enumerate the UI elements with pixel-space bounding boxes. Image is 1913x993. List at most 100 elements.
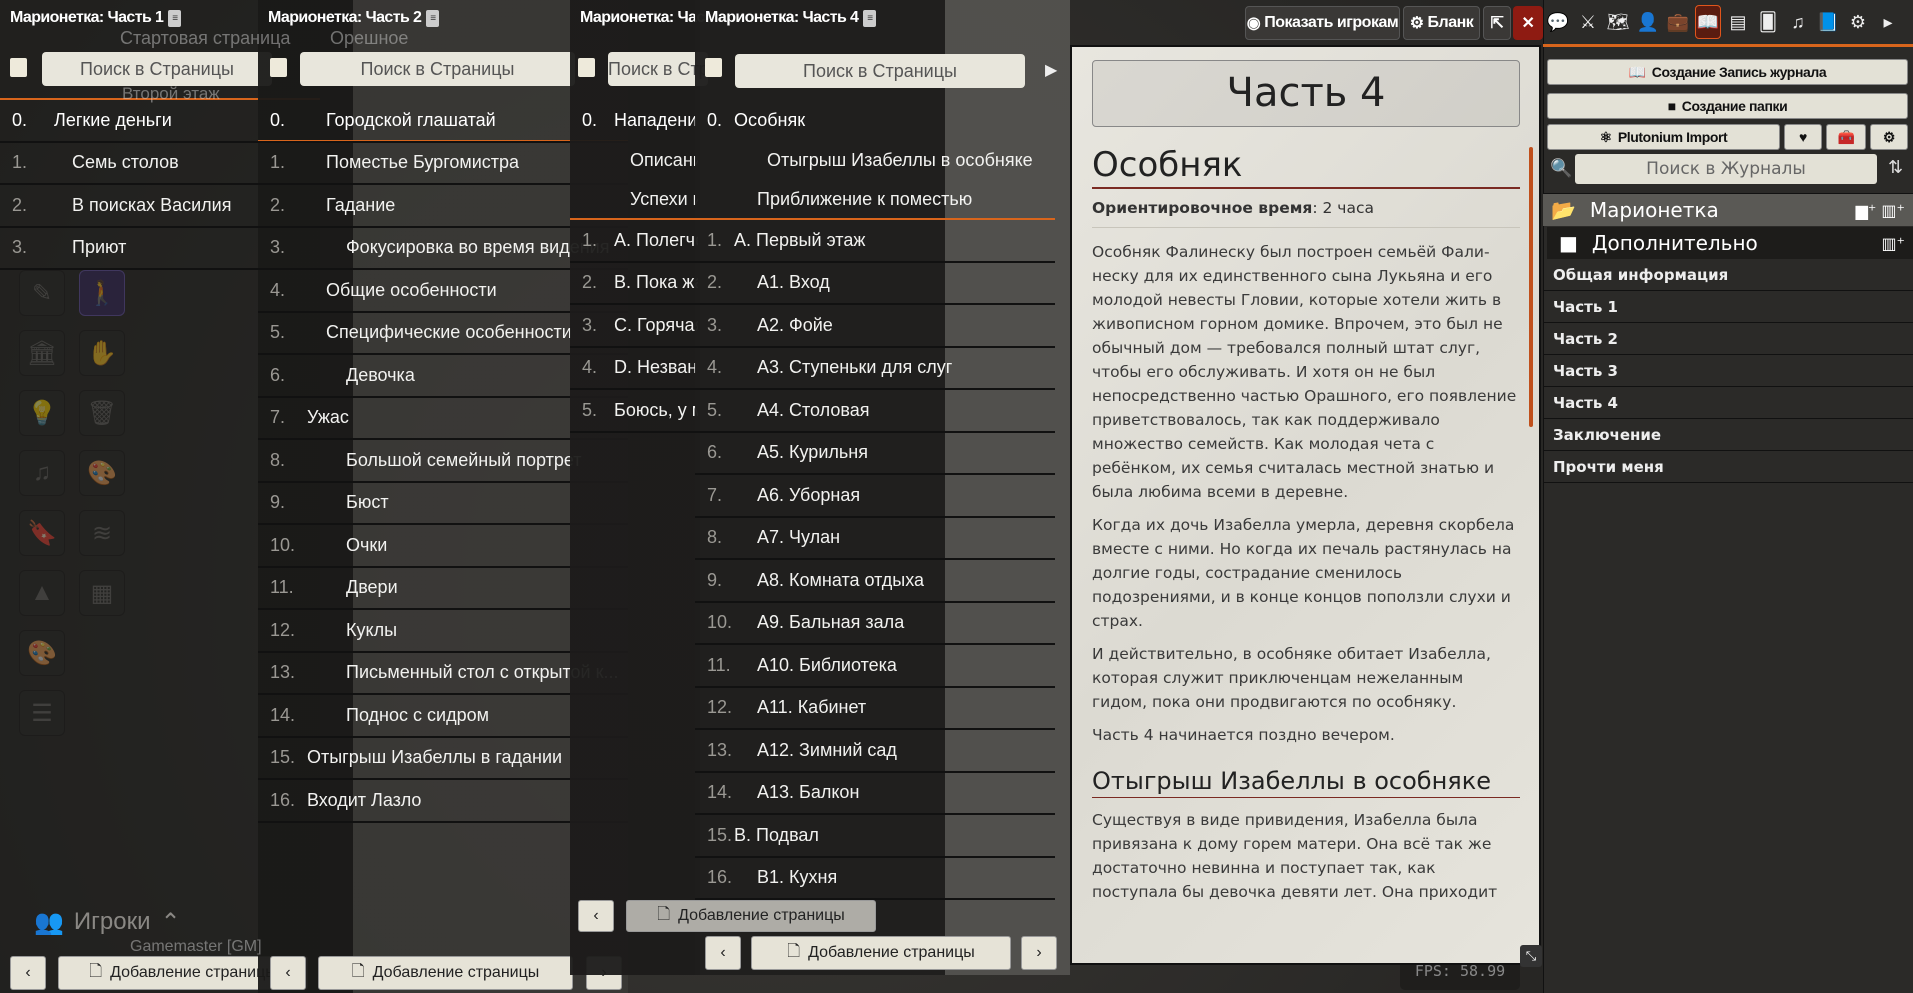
scene-tab-second-floor[interactable]: Второй этаж bbox=[122, 84, 220, 104]
players-panel[interactable]: 👥 Игроки ⌃ bbox=[18, 902, 258, 942]
sheet-button[interactable]: ⚙ Бланк bbox=[1403, 6, 1480, 40]
items-icon[interactable]: 💼 bbox=[1665, 5, 1691, 39]
pages-search-input[interactable]: Поиск в Страницы bbox=[608, 52, 708, 86]
close-button[interactable]: ✕ bbox=[1513, 6, 1543, 40]
journal-search-input[interactable]: Поиск в Журналы bbox=[1575, 154, 1877, 184]
pages-search-input[interactable]: Поиск в Страницы bbox=[735, 54, 1025, 88]
chevron-up-icon: ⌃ bbox=[160, 908, 181, 936]
journal-entry[interactable]: Часть 2 bbox=[1543, 323, 1913, 355]
sheet-icon[interactable]: ≡ bbox=[426, 9, 440, 27]
create-entry-icon[interactable]: ▥⁺ bbox=[1881, 234, 1905, 253]
journal-entry[interactable]: Прочти меня bbox=[1543, 451, 1913, 483]
journal-icon[interactable]: 📖 bbox=[1695, 5, 1721, 39]
window-title[interactable]: Марионетка: Часть 3 bbox=[580, 9, 705, 27]
compendium-icon[interactable]: 📘 bbox=[1815, 5, 1841, 39]
page-list-item[interactable]: 11. А10. Библиотека bbox=[695, 645, 1055, 688]
page-list-item[interactable]: 1. А. Полегче bbox=[570, 220, 698, 263]
page-list-item[interactable]: 5. Боюсь, у меня ещё много плохих ... bbox=[570, 390, 698, 433]
sheet-icon[interactable]: ≡ bbox=[863, 9, 877, 27]
page-title-input[interactable]: Часть 4 bbox=[1092, 60, 1520, 127]
page-list-item[interactable]: 4. D. Незваный гость bbox=[570, 348, 698, 390]
journal-entry[interactable]: Заключение bbox=[1543, 419, 1913, 451]
page-list-item[interactable]: Описания bbox=[570, 140, 698, 180]
scrollbar[interactable] bbox=[1529, 147, 1533, 427]
scene-tab-start[interactable]: Стартовая страница bbox=[120, 28, 290, 49]
window-title[interactable]: Марионетка: Часть 1 ≡ bbox=[10, 9, 182, 27]
pages-search-input[interactable]: Поиск в Страницы bbox=[42, 52, 272, 86]
journal-entry[interactable]: Часть 4 bbox=[1543, 387, 1913, 419]
create-subfolder-icon[interactable]: ▆⁺ ▥⁺ bbox=[1856, 201, 1905, 220]
prev-page-button[interactable]: ‹ bbox=[578, 900, 614, 932]
page-list-item[interactable]: 1. А. Первый этаж bbox=[695, 220, 1055, 263]
journal-entry[interactable]: Часть 1 bbox=[1543, 291, 1913, 323]
window-title[interactable]: Марионетка: Часть 4 ≡ bbox=[705, 9, 877, 27]
part3-add-page-button[interactable]: 🗋 Добавление страницы bbox=[626, 900, 876, 932]
show-players-button[interactable]: ◉ Показать игрокам bbox=[1245, 6, 1400, 40]
folder-dopolnitelno[interactable]: ■ Дополнительно ▥⁺ bbox=[1547, 227, 1913, 259]
plutonium-import-button[interactable]: ⚛ Plutonium Import bbox=[1547, 124, 1780, 150]
journal-entry[interactable]: Часть 3 bbox=[1543, 355, 1913, 387]
page-list-item[interactable]: 14. А13. Балкон bbox=[695, 773, 1055, 815]
page-list-item[interactable]: 0. Особняк bbox=[695, 100, 1055, 140]
cards-icon[interactable]: 🂠 bbox=[1755, 5, 1781, 39]
prev-page-button[interactable]: ‹ bbox=[10, 956, 46, 990]
file-plus-icon: 🗋 bbox=[787, 942, 801, 960]
create-folder-button[interactable]: ■ Создание папки bbox=[1547, 93, 1908, 119]
tables-icon[interactable]: ▤ bbox=[1725, 5, 1751, 39]
create-entry-button[interactable]: 📖 Создание Запись журнала bbox=[1547, 59, 1908, 85]
page-list-item[interactable]: 4. А3. Ступеньки для слуг bbox=[695, 348, 1055, 390]
toolbox-icon: 🧰 bbox=[1837, 128, 1855, 145]
page-name: Поднос с сидром bbox=[346, 704, 489, 725]
page-list-item[interactable]: 2. В. Пока жареный петух не клюнет... bbox=[570, 263, 698, 305]
page-list-item[interactable]: 6. А5. Курильня bbox=[695, 433, 1055, 475]
page-list-item[interactable]: 12. А11. Кабинет bbox=[695, 688, 1055, 730]
page-list-item[interactable]: 15. B. Подвал bbox=[695, 815, 1055, 858]
page-list-item[interactable]: 16. B1. Кухня bbox=[695, 858, 1055, 900]
page-list-item[interactable]: Приближение к поместью bbox=[695, 180, 1055, 220]
page-list-item[interactable]: 9. А8. Комната отдыха bbox=[695, 560, 1055, 603]
note-icon[interactable] bbox=[270, 58, 287, 77]
note-icon[interactable] bbox=[705, 58, 722, 77]
page-list-item[interactable]: 3. А2. Фойе bbox=[695, 305, 1055, 348]
settings-button[interactable]: ⚙ bbox=[1870, 124, 1908, 150]
heart-button[interactable]: ♥ bbox=[1784, 124, 1822, 150]
add-page-button[interactable]: 🗋 Добавление страницы bbox=[318, 956, 573, 990]
note-icon[interactable] bbox=[578, 58, 595, 77]
toolbox-button[interactable]: 🧰 bbox=[1826, 124, 1866, 150]
sort-icon[interactable]: ⇅ bbox=[1888, 157, 1903, 178]
page-list-item[interactable]: 8. А7. Чулан bbox=[695, 518, 1055, 560]
page-list-item[interactable]: 0. Нападение bbox=[570, 100, 698, 140]
page-list-item[interactable]: 10. А9. Бальная зала bbox=[695, 603, 1055, 645]
page-list-item[interactable]: Отыгрыш Изабеллы в особняке bbox=[695, 140, 1055, 180]
page-list-item[interactable]: 7. А6. Уборная bbox=[695, 475, 1055, 518]
scenes-icon[interactable]: 🗺 bbox=[1605, 5, 1631, 39]
page-name: Входит Лазло bbox=[307, 789, 422, 810]
add-page-button[interactable]: 🗋 Добавление страницы bbox=[751, 936, 1011, 970]
collapse-sidebar-icon[interactable]: ▶ bbox=[1045, 60, 1057, 80]
sheet-icon[interactable]: ≡ bbox=[168, 9, 182, 27]
page-list-item[interactable]: 2. А1. Вход bbox=[695, 263, 1055, 305]
next-page-button[interactable]: › bbox=[1021, 936, 1057, 970]
pages-search-input[interactable]: Поиск в Страницы bbox=[300, 52, 575, 86]
page-list-item[interactable]: 3. C. Горячая работа bbox=[570, 305, 698, 348]
resize-handle-icon[interactable]: ⤡ bbox=[1520, 945, 1542, 967]
playlists-icon[interactable]: ♫ bbox=[1785, 5, 1811, 39]
journal-entry[interactable]: Общая информация bbox=[1543, 259, 1913, 291]
prev-page-button[interactable]: ‹ bbox=[270, 956, 306, 990]
prev-page-button[interactable]: ‹ bbox=[705, 936, 741, 970]
scene-tab-oreshnoe[interactable]: Орешное bbox=[330, 28, 408, 49]
page-name: Бюст bbox=[346, 492, 389, 513]
note-icon[interactable] bbox=[10, 58, 27, 77]
page-list-item[interactable]: Успехи и неудачи bbox=[570, 180, 698, 220]
popout-button[interactable]: ⇱ bbox=[1483, 6, 1511, 40]
settings-icon[interactable]: ⚙ bbox=[1845, 5, 1871, 39]
chat-icon[interactable]: 💬 bbox=[1545, 5, 1571, 39]
folder-marionetka[interactable]: 📂 Марионетка ▆⁺ ▥⁺ bbox=[1543, 193, 1913, 226]
actors-icon[interactable]: 👤 bbox=[1635, 5, 1661, 39]
window-title[interactable]: Марионетка: Часть 2 ≡ bbox=[268, 9, 440, 27]
folder-icon: ■ bbox=[1559, 231, 1578, 255]
page-list-item[interactable]: 13. А12. Зимний сад bbox=[695, 730, 1055, 773]
page-list-item[interactable]: 5. А4. Столовая bbox=[695, 390, 1055, 433]
collapse-icon[interactable]: ▸ bbox=[1875, 5, 1901, 39]
combat-icon[interactable]: ⚔ bbox=[1575, 5, 1601, 39]
